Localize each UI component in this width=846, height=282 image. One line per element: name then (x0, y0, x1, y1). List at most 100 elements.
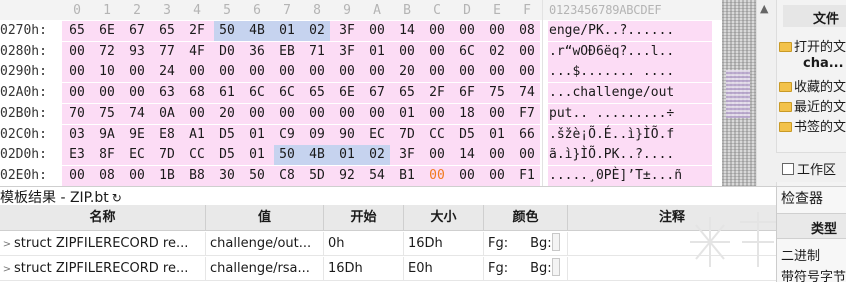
hex-byte[interactable]: 90 (332, 127, 362, 142)
hex-byte[interactable]: 1B (152, 168, 182, 183)
hex-byte[interactable]: 65 (62, 23, 92, 38)
hex-row[interactable]: 02E0h: 00 08 00 1B B8 30 50 C8 5D 92 54 B1 00 00 00 F1..… (0, 165, 722, 186)
ascii-text[interactable]: .šžè¡Õ.É..ì}ÌÕ.f (549, 127, 674, 142)
hex-byte[interactable]: 01 (242, 147, 272, 162)
hex-byte[interactable]: 00 (122, 85, 152, 100)
hex-byte[interactable]: 7D (152, 147, 182, 162)
hex-byte[interactable]: 00 (212, 64, 242, 79)
hex-byte[interactable]: 00 (62, 168, 92, 183)
bg-color-swatch[interactable] (551, 258, 560, 276)
hex-byte[interactable]: 72 (92, 44, 122, 59)
hex-byte[interactable]: 01 (272, 23, 302, 38)
hex-byte[interactable]: 50 (242, 168, 272, 183)
hex-byte[interactable]: 00 (362, 23, 392, 38)
hex-byte[interactable]: 02 (302, 23, 332, 38)
hex-byte[interactable]: CC (422, 127, 452, 142)
hex-byte[interactable]: 0A (152, 106, 182, 121)
hex-byte[interactable]: 66 (512, 127, 542, 142)
vertical-scrollbar[interactable]: ▲ (756, 0, 776, 186)
hex-byte[interactable]: 54 (362, 168, 392, 183)
ascii-text[interactable]: put.. .........÷ (549, 106, 674, 121)
hex-byte[interactable]: 00 (422, 168, 452, 183)
hex-byte[interactable]: 00 (332, 64, 362, 79)
hex-byte[interactable]: E3 (62, 147, 92, 162)
hex-byte[interactable]: F1 (512, 168, 542, 183)
hex-byte[interactable]: 75 (92, 106, 122, 121)
column-header-color[interactable]: 颜色 (484, 205, 568, 231)
hex-byte[interactable]: 4F (182, 44, 212, 59)
hex-byte[interactable]: 6E (92, 23, 122, 38)
hex-byte[interactable]: 00 (452, 64, 482, 79)
hex-byte[interactable]: 00 (182, 64, 212, 79)
hex-byte[interactable]: C9 (272, 127, 302, 142)
hex-byte[interactable]: 00 (302, 106, 332, 121)
hex-byte[interactable]: 63 (152, 85, 182, 100)
hex-byte[interactable]: 5D (302, 168, 332, 183)
ascii-text[interactable]: .....¸0PÈ]’T±...ñ (549, 168, 682, 183)
hex-byte[interactable]: 6F (452, 85, 482, 100)
hex-byte[interactable]: 77 (152, 44, 182, 59)
hex-byte[interactable]: 50 (272, 147, 302, 162)
hex-byte[interactable]: 00 (242, 106, 272, 121)
hex-byte[interactable]: 00 (482, 147, 512, 162)
hex-byte[interactable]: 10 (92, 64, 122, 79)
hex-byte[interactable]: B1 (392, 168, 422, 183)
hex-byte[interactable]: 2F (422, 85, 452, 100)
column-header-start[interactable]: 开始 (324, 205, 404, 231)
workspace-tab[interactable]: 工作区 (776, 152, 846, 182)
inspector-column-type[interactable]: 类型 (811, 218, 837, 237)
hex-byte[interactable]: 03 (62, 127, 92, 142)
ascii-text[interactable]: ã.ì}ÌÕ.PK..?.... (549, 147, 674, 162)
hex-byte[interactable]: EC (122, 147, 152, 162)
hex-byte[interactable]: 93 (122, 44, 152, 59)
hex-byte[interactable]: 00 (422, 44, 452, 59)
side-item-recent[interactable]: 最近的文 (779, 96, 846, 116)
hex-row[interactable]: 02D0h: E3 8F EC 7D CC D5 01 50 4B 01 02 3F 00 14 00 00 ã.… (0, 145, 722, 166)
ascii-text[interactable]: ...$....... .... (549, 64, 674, 79)
hex-byte[interactable]: 50 (212, 23, 242, 38)
hex-byte[interactable]: 00 (302, 64, 332, 79)
hex-byte[interactable]: 9E (122, 127, 152, 142)
hex-row[interactable]: 0290h: 00 10 00 24 00 00 00 00 00 00 00 20 00 00 00 00..… (0, 62, 722, 83)
table-row[interactable]: > struct ZIPFILERECORD re... challenge/ou… (0, 232, 776, 256)
hex-byte[interactable]: E8 (152, 127, 182, 142)
hex-byte[interactable]: 68 (182, 85, 212, 100)
hex-row[interactable]: 02B0h: 70 75 74 0A 00 20 00 00 00 00 00 01 00 18 00 F7 pu… (0, 103, 722, 124)
hex-byte[interactable]: 00 (62, 85, 92, 100)
hex-byte[interactable]: 00 (122, 168, 152, 183)
hex-byte[interactable]: 74 (122, 106, 152, 121)
hex-row[interactable]: 02C0h: 03 9A 9E E8 A1 D5 01 C9 09 90 EC 7D CC D5 01 66 .š… (0, 124, 722, 145)
hex-byte[interactable]: 00 (362, 64, 392, 79)
hex-byte[interactable]: 7D (392, 127, 422, 142)
hex-editor[interactable]: 0 1 2 3 4 5 6 7 8 9 A B C D E F 0123456789ABCDEF 0270h: 6… (0, 0, 722, 186)
hex-byte[interactable]: 75 (482, 85, 512, 100)
hex-byte[interactable]: 00 (512, 64, 542, 79)
hex-row[interactable]: 0270h: 65 6E 67 65 2F 50 4B 01 02 3F 00 14 00 00 00 08 en… (0, 21, 722, 41)
expand-arrow-icon[interactable]: > (0, 233, 14, 256)
column-header-comment[interactable]: 注释 (568, 205, 776, 231)
hex-byte[interactable]: 6E (332, 85, 362, 100)
hex-byte[interactable]: 00 (332, 106, 362, 121)
hex-byte[interactable]: 00 (62, 44, 92, 59)
hex-byte[interactable]: 00 (272, 64, 302, 79)
hex-byte[interactable]: 2F (182, 23, 212, 38)
hex-byte[interactable]: 6C (452, 44, 482, 59)
hex-byte[interactable]: 24 (152, 64, 182, 79)
hex-byte[interactable]: 08 (512, 23, 542, 38)
hex-byte[interactable]: 00 (62, 64, 92, 79)
hex-byte[interactable]: 61 (212, 85, 242, 100)
hex-byte[interactable]: 00 (182, 106, 212, 121)
expand-arrow-icon[interactable]: > (0, 258, 14, 281)
hex-byte[interactable]: 01 (362, 44, 392, 59)
hex-byte[interactable]: EC (362, 127, 392, 142)
hex-byte[interactable]: 14 (452, 147, 482, 162)
hex-byte[interactable]: 20 (212, 106, 242, 121)
hex-byte[interactable]: 00 (482, 64, 512, 79)
hex-byte[interactable]: 00 (512, 44, 542, 59)
hex-byte[interactable]: 01 (242, 127, 272, 142)
hex-byte[interactable]: D0 (212, 44, 242, 59)
hex-byte[interactable]: 71 (302, 44, 332, 59)
hex-byte[interactable]: EB (272, 44, 302, 59)
hex-byte[interactable]: 01 (332, 147, 362, 162)
hex-byte[interactable]: 3F (392, 147, 422, 162)
